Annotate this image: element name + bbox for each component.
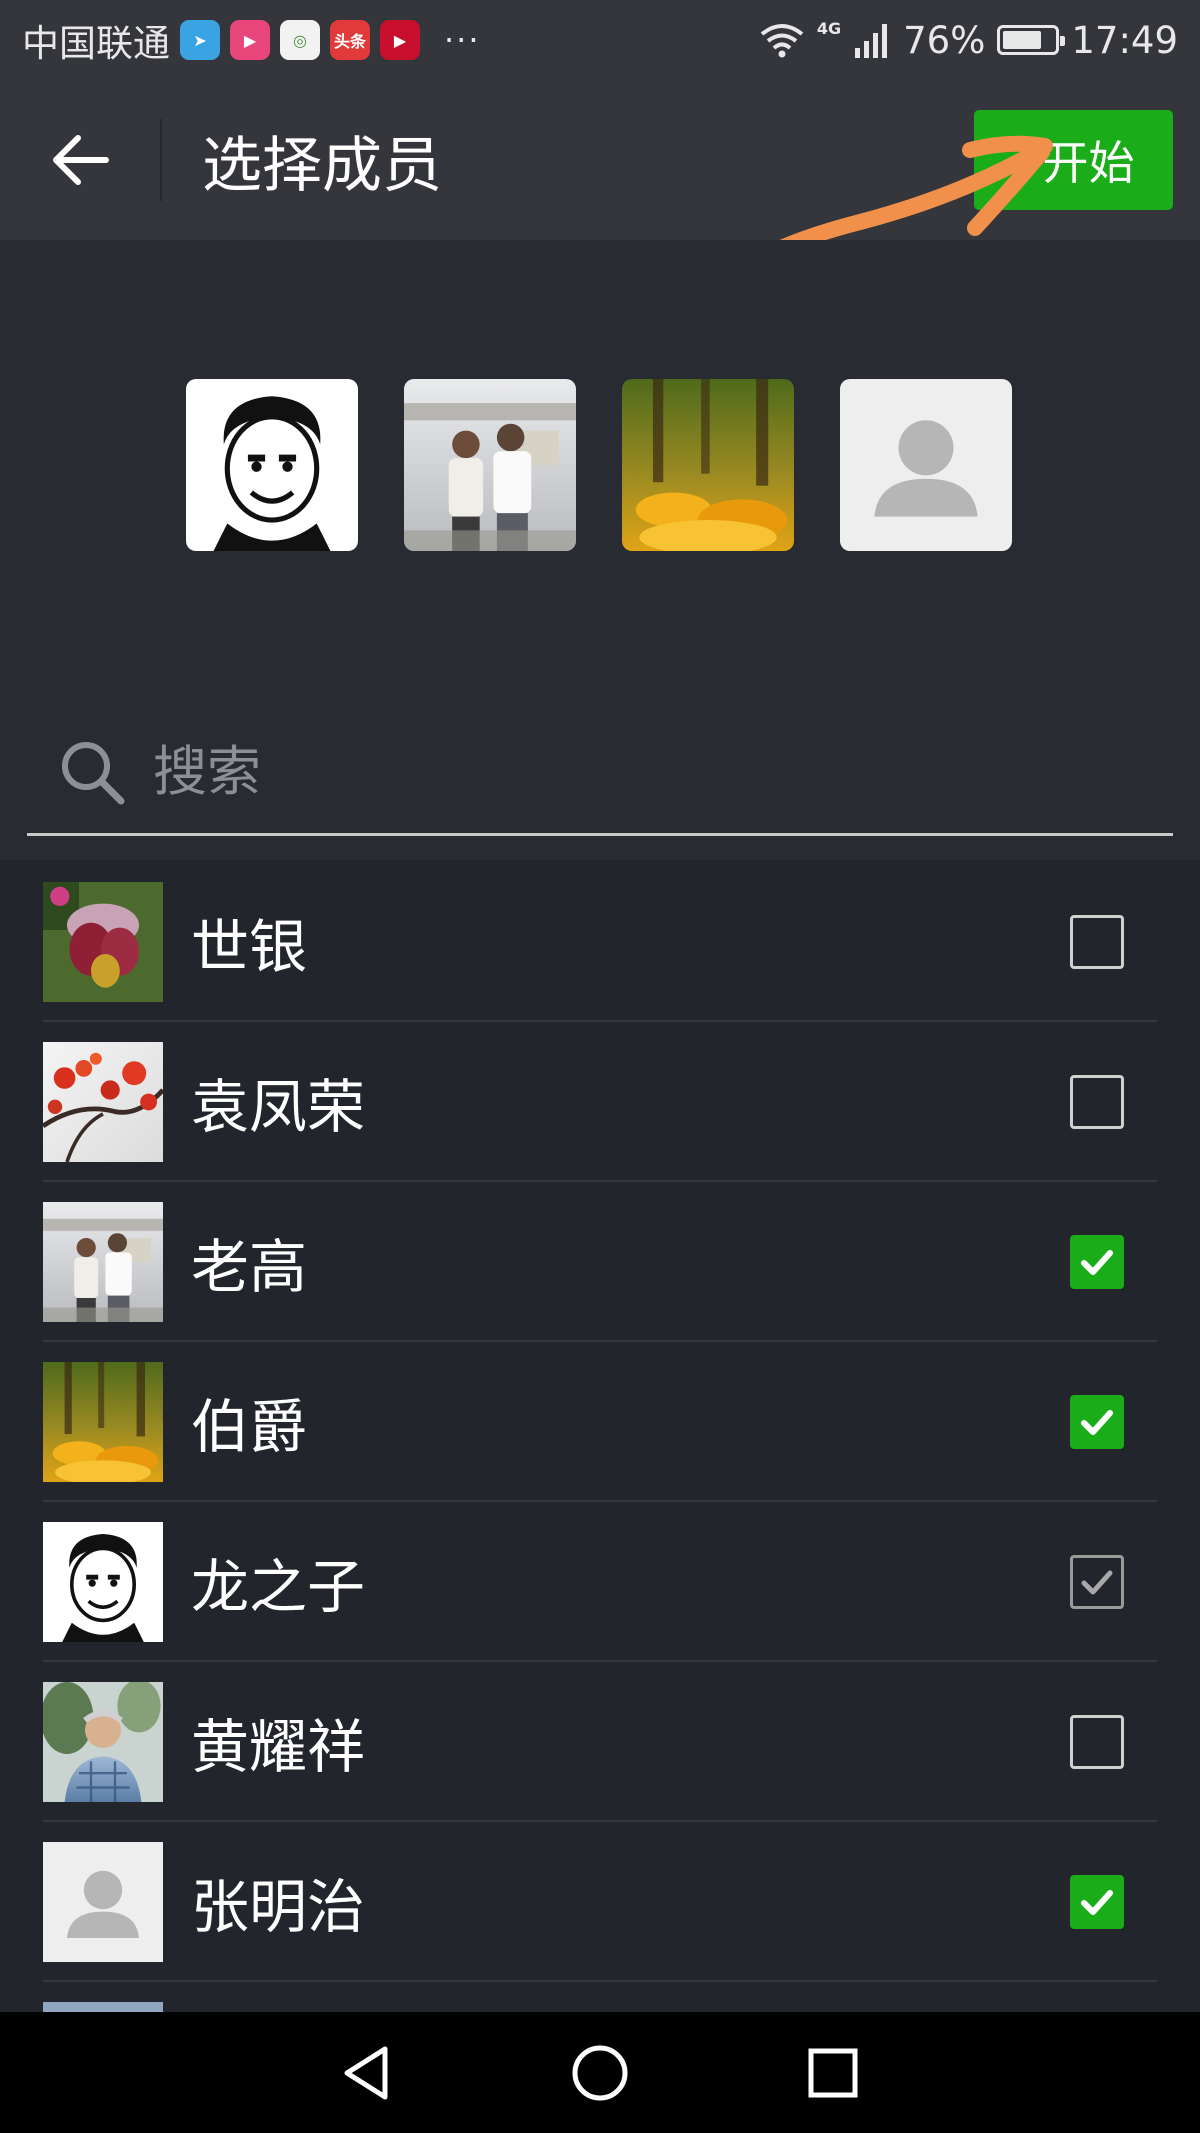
contact-avatar (43, 1842, 163, 1962)
search-input[interactable] (153, 740, 1053, 803)
contact-name: 黄耀祥 (191, 1713, 366, 1781)
signal-icon (855, 24, 888, 58)
video-app-icon: ▶ (230, 20, 270, 60)
triangle-back-icon (344, 2046, 388, 2099)
nav-back-button[interactable] (327, 2033, 407, 2113)
nav-recents-button[interactable] (793, 2033, 873, 2113)
checkmark-icon (1081, 1250, 1113, 1275)
page-title: 选择成员 (202, 130, 442, 201)
status-left: 中国联通 ➤ ▶ ◎ 头条 ▶ ··· (22, 13, 481, 67)
music-app-icon: ▶ (380, 20, 420, 60)
contact-list: 世银袁凤荣老高伯爵龙之子黄耀祥张明治 (0, 862, 1200, 2012)
contact-row[interactable]: 老高 (0, 1182, 1200, 1342)
navigation-bar (0, 2012, 1200, 2133)
contact-checkbox-checked[interactable] (1070, 1235, 1124, 1289)
contact-avatar (43, 1362, 163, 1482)
checkmark-icon (1081, 1570, 1113, 1595)
contact-row[interactable]: 伯爵 (0, 1342, 1200, 1502)
contact-name: 张明治 (191, 1873, 366, 1941)
contact-row[interactable]: 世银 (0, 862, 1200, 1022)
clock: 17:49 (1071, 18, 1178, 62)
selected-member-avatar[interactable] (622, 379, 794, 551)
contact-checkbox[interactable] (1070, 1715, 1124, 1769)
contact-avatar (43, 2002, 163, 2012)
contact-row-partial[interactable] (0, 1982, 1200, 2012)
contact-row[interactable]: 黄耀祥 (0, 1662, 1200, 1822)
contact-avatar (43, 1202, 163, 1322)
battery-icon (997, 25, 1066, 55)
contact-checkbox-disabled[interactable] (1070, 1555, 1124, 1609)
more-notifications-icon: ··· (444, 21, 481, 59)
nav-home-button[interactable] (560, 2033, 640, 2113)
status-bar: 中国联通 ➤ ▶ ◎ 头条 ▶ ··· 4G 76% 17:49 (0, 0, 1200, 80)
selected-members-list (186, 379, 1012, 551)
checkmark-icon (1081, 1410, 1113, 1435)
contact-checkbox-checked[interactable] (1070, 1875, 1124, 1929)
selected-member-avatar[interactable] (840, 379, 1012, 551)
browser-app-icon: ◎ (280, 20, 320, 60)
battery-percent: 76% (903, 18, 986, 62)
carrier-label: 中国联通 (22, 22, 170, 65)
contact-row[interactable]: 龙之子 (0, 1502, 1200, 1662)
search-icon (62, 741, 125, 804)
selected-member-avatar[interactable] (186, 379, 358, 551)
app-bar-divider (160, 119, 162, 201)
search-box[interactable] (27, 710, 1173, 836)
status-right: 4G 76% 17:49 (759, 19, 1178, 62)
battery-level-fill (1003, 31, 1042, 49)
square-recents-icon (808, 2048, 858, 2097)
contact-checkbox[interactable] (1070, 1075, 1124, 1129)
contact-avatar (43, 882, 163, 1002)
network-type-label: 4G (816, 18, 842, 38)
contact-checkbox-checked[interactable] (1070, 1395, 1124, 1449)
contact-name: 袁凤荣 (191, 1073, 366, 1141)
circle-home-icon (572, 2045, 628, 2100)
contact-row[interactable]: 张明治 (0, 1822, 1200, 1982)
contact-name: 伯爵 (191, 1393, 308, 1461)
selected-member-avatar[interactable] (404, 379, 576, 551)
contact-avatar (43, 1042, 163, 1162)
contact-avatar (43, 1522, 163, 1642)
contact-checkbox[interactable] (1070, 915, 1124, 969)
contact-row[interactable]: 袁凤荣 (0, 1022, 1200, 1182)
contact-name: 世银 (191, 913, 308, 981)
contact-name: 老高 (191, 1233, 308, 1301)
back-arrow-icon (53, 135, 109, 185)
back-button[interactable] (0, 80, 160, 240)
app-bar: 选择成员 开始 (0, 80, 1200, 240)
wifi-icon (760, 24, 804, 58)
contact-avatar (43, 1682, 163, 1802)
toutiao-app-icon: 头条 (330, 20, 370, 60)
checkmark-icon (1081, 1890, 1113, 1915)
start-button[interactable]: 开始 (974, 110, 1173, 210)
telegram-app-icon: ➤ (180, 20, 220, 60)
contact-name: 龙之子 (191, 1553, 366, 1621)
